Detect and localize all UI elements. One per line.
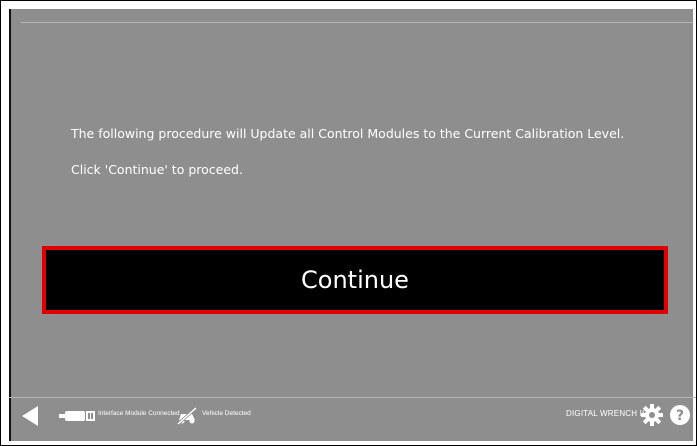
back-arrow-icon[interactable]	[21, 405, 39, 427]
top-divider	[21, 22, 693, 23]
interface-status-label: Interface Module Connected	[98, 410, 180, 417]
main-panel: The following procedure will Update all …	[9, 9, 693, 441]
vehicle-status-label: Vehicle Detected	[202, 410, 251, 417]
app-window: The following procedure will Update all …	[0, 0, 697, 446]
interface-module-icon	[59, 411, 95, 421]
vehicle-disconnected-icon	[177, 407, 197, 425]
continue-button-label: Continue	[301, 266, 409, 294]
status-bar: Interface Module Connected Vehicle Detec…	[9, 398, 696, 433]
procedure-message: The following procedure will Update all …	[71, 126, 625, 141]
continue-button[interactable]: Continue	[42, 246, 668, 314]
instruction-message: Click 'Continue' to proceed.	[71, 162, 243, 177]
svg-text:?: ?	[676, 408, 684, 424]
brand-label: DIGITAL WRENCH II	[566, 409, 645, 418]
gear-icon[interactable]	[641, 404, 663, 426]
help-icon[interactable]: ?	[669, 404, 691, 426]
